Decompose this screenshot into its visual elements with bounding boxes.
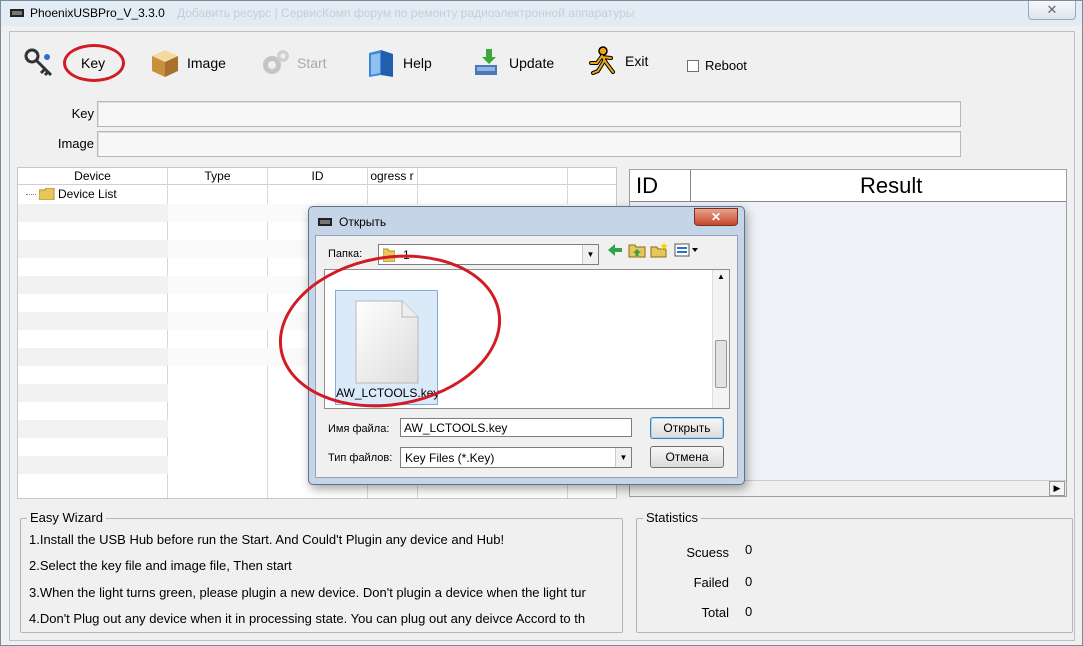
total-count: 0 [745, 604, 753, 619]
filetype-label: Тип файлов: [328, 452, 393, 464]
wizard-step-1: 1.Install the USB Hub before run the Sta… [29, 532, 505, 547]
window-title: PhoenixUSBPro_V_3.3.0 [30, 6, 165, 20]
filetype-value: Key Files (*.Key) [405, 451, 495, 465]
open-file-dialog: Открыть ✕ Папка: 1 ▼ AW_LCTOOLS.key ▲ Им… [266, 206, 745, 485]
chevron-down-icon[interactable]: ▼ [582, 245, 598, 264]
exit-button[interactable]: Exit [587, 45, 648, 77]
scroll-up-icon[interactable]: ▲ [717, 272, 725, 281]
gear-icon [263, 50, 289, 74]
success-label: Scuess [686, 545, 729, 560]
app-icon [318, 218, 332, 226]
scrollbar-thumb[interactable] [715, 340, 727, 388]
table-row [18, 204, 168, 222]
new-folder-icon[interactable] [650, 242, 668, 258]
filename-input[interactable]: AW_LCTOOLS.key [400, 418, 632, 437]
result-column-result[interactable]: Result [860, 173, 922, 199]
key-field-label: Key [71, 106, 94, 121]
dialog-body: Папка: 1 ▼ AW_LCTOOLS.key ▲ Имя файла: A… [266, 235, 738, 478]
column-progress[interactable]: ogress r [368, 169, 416, 183]
failed-label: Failed [693, 575, 729, 590]
table-row [18, 276, 168, 294]
filetype-select[interactable]: Key Files (*.Key) ▼ [400, 447, 632, 468]
background-window-title: Добавить ресурс | СервисКомп форум по ре… [177, 6, 635, 20]
total-label: Total [701, 605, 729, 620]
result-column-id[interactable]: ID [636, 173, 658, 199]
help-button[interactable]: Help [365, 47, 432, 79]
reboot-checkbox-group[interactable]: Reboot [687, 58, 747, 73]
image-path-field[interactable] [97, 131, 961, 157]
table-row [18, 456, 168, 474]
main-window: PhoenixUSBPro_V_3.3.0 Добавить ресурс | … [0, 0, 1083, 646]
cancel-button[interactable]: Отмена [650, 446, 724, 468]
column-type[interactable]: Type [168, 169, 267, 183]
scroll-right-icon[interactable]: ▶ [1049, 481, 1065, 496]
image-button-label: Image [187, 55, 226, 71]
back-arrow-icon[interactable] [606, 242, 624, 258]
exit-button-label: Exit [625, 53, 649, 69]
reboot-label: Reboot [705, 58, 747, 73]
file-list-scrollbar[interactable]: ▲ [712, 270, 729, 408]
failed-count: 0 [745, 574, 753, 589]
key-button[interactable] [23, 47, 55, 79]
image-field-label: Image [57, 136, 94, 151]
book-icon [369, 50, 393, 77]
key-path-field[interactable] [97, 101, 961, 127]
wizard-step-2: 2.Select the key file and image file, Th… [29, 558, 292, 573]
download-icon [475, 49, 497, 75]
reboot-checkbox[interactable] [687, 59, 699, 72]
key-icon [24, 48, 53, 77]
update-button-label: Update [509, 55, 555, 71]
column-id[interactable]: ID [268, 169, 367, 183]
tree-connector [26, 193, 36, 195]
device-list-label: Device List [58, 187, 117, 201]
result-table-header: ID Result [630, 170, 1066, 202]
dialog-title: Открыть [339, 215, 387, 229]
open-button[interactable]: Открыть [650, 417, 724, 439]
box-icon [152, 50, 178, 77]
window-close-button[interactable]: ✕ [1028, 1, 1076, 20]
start-button[interactable]: Start [259, 47, 327, 79]
help-button-label: Help [403, 55, 432, 71]
wizard-step-3: 3.When the light turns green, please plu… [29, 585, 586, 600]
col-divider [690, 170, 691, 202]
table-row [18, 420, 168, 438]
filename-label: Имя файла: [328, 423, 390, 435]
up-folder-icon[interactable] [628, 242, 646, 258]
column-device[interactable]: Device [18, 169, 167, 183]
device-table-header: Device Type ID ogress r [18, 168, 616, 185]
statistics-group: Statistics Scuess 0 Failed 0 Total 0 [636, 510, 1073, 633]
running-man-icon [589, 46, 615, 75]
folder-label: Папка: [328, 248, 363, 260]
table-row [18, 384, 168, 402]
folder-icon [39, 188, 55, 200]
update-button[interactable]: Update [471, 47, 554, 79]
chevron-down-icon[interactable]: ▼ [615, 448, 631, 467]
statistics-title: Statistics [643, 510, 702, 525]
success-count: 0 [745, 542, 753, 557]
table-row [18, 348, 168, 366]
wizard-step-4: 4.Don't Plug out any device when it in p… [29, 611, 586, 626]
title-bar[interactable]: PhoenixUSBPro_V_3.3.0 Добавить ресурс | … [1, 1, 1082, 26]
table-row [18, 312, 168, 330]
app-icon [10, 9, 24, 17]
table-row [18, 240, 168, 258]
easy-wizard-group: Easy Wizard 1.Install the USB Hub before… [20, 510, 623, 633]
dialog-close-button[interactable]: ✕ [694, 208, 738, 226]
easy-wizard-title: Easy Wizard [27, 510, 106, 525]
annotation-ellipse-key [63, 44, 125, 82]
device-list-node[interactable]: Device List [26, 187, 117, 201]
start-button-label: Start [297, 55, 327, 71]
image-button[interactable]: Image [149, 47, 226, 79]
view-menu-icon[interactable] [674, 242, 700, 258]
